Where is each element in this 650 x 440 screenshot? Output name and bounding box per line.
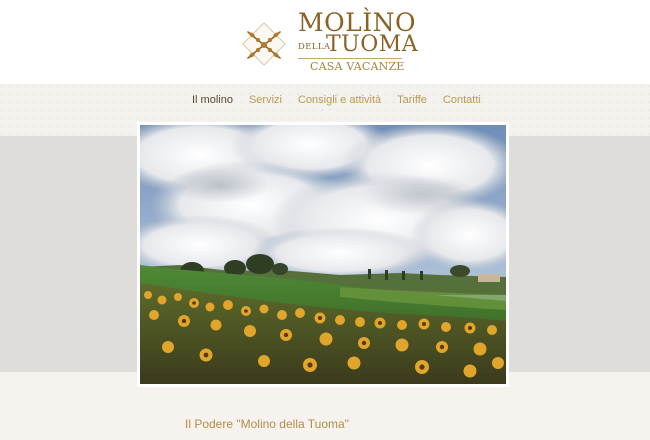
sunflower-field-photo: [140, 125, 506, 384]
sunflower-field-illustration: [140, 125, 506, 384]
site-header: MOLÌNO DELLA TUOMA CASA VACANZE: [0, 0, 650, 84]
nav-item-tariffe[interactable]: Tariffe: [397, 94, 427, 110]
section-title: Il Podere "Molino della Tuoma": [185, 417, 349, 431]
nav-item-consigli-e-attivita[interactable]: Consigli e attività: [298, 94, 381, 110]
sheaf-emblem-icon: [242, 22, 286, 66]
site-logo[interactable]: MOLÌNO DELLA TUOMA CASA VACANZE: [240, 8, 418, 74]
logo-subtitle: CASA VACANZE: [310, 60, 405, 73]
main-nav: Il molino Servizi Consigli e attività Ta…: [192, 94, 497, 110]
nav-item-contatti[interactable]: Contatti: [443, 94, 481, 110]
nav-item-servizi[interactable]: Servizi: [249, 94, 282, 110]
nav-item-il-molino[interactable]: Il molino: [192, 94, 233, 110]
logo-title-line2: TUOMA: [326, 32, 419, 57]
logo-divider: [298, 58, 402, 59]
